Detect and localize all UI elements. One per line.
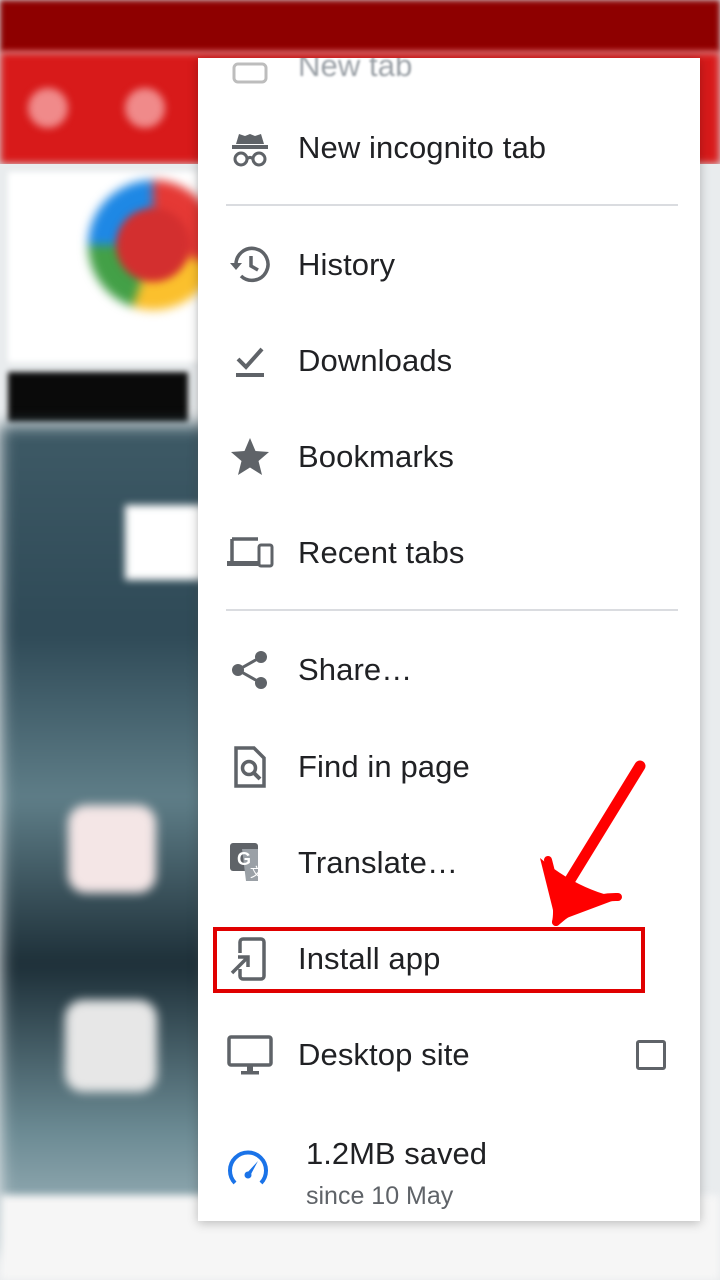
- home-icon: [28, 88, 68, 128]
- menu-item-desktop-site[interactable]: Desktop site: [198, 1007, 700, 1103]
- desktop-site-checkbox[interactable]: [636, 1040, 666, 1070]
- menu-item-label: New incognito tab: [298, 130, 547, 165]
- menu-item-label: New tab: [298, 58, 413, 83]
- menu-item-label: Downloads: [298, 343, 453, 378]
- translate-icon: G 文: [226, 839, 274, 887]
- overflow-menu: New tab New incognito tab History Downlo…: [198, 58, 700, 1221]
- share-icon: [226, 646, 274, 694]
- menu-item-recent-tabs[interactable]: Recent tabs: [198, 505, 700, 601]
- toolbar-icon: [125, 88, 165, 128]
- site-logo-center: [116, 208, 190, 282]
- menu-item-share[interactable]: Share…: [198, 622, 700, 718]
- data-saver-title: 1.2MB saved: [306, 1136, 487, 1171]
- menu-divider: [226, 609, 678, 611]
- svg-text:G: G: [237, 849, 251, 869]
- menu-item-label: Recent tabs: [298, 535, 465, 570]
- menu-item-label: Translate…: [298, 845, 459, 880]
- speedometer-icon: [226, 1148, 274, 1196]
- data-saver-subtitle: since 10 May: [306, 1182, 454, 1210]
- menu-item-history[interactable]: History: [198, 217, 700, 313]
- history-icon: [226, 241, 274, 289]
- star-icon: [226, 433, 274, 481]
- app-tile: [68, 805, 156, 893]
- menu-item-translate[interactable]: G 文 Translate…: [198, 815, 700, 911]
- menu-divider: [226, 204, 678, 206]
- devices-icon: [226, 529, 274, 577]
- menu-item-label: Bookmarks: [298, 439, 454, 474]
- app-tile: [65, 1000, 157, 1092]
- page-image-overlay: [125, 505, 205, 580]
- download-icon: [226, 337, 274, 385]
- menu-item-bookmarks[interactable]: Bookmarks: [198, 409, 700, 505]
- menu-item-label: History: [298, 247, 396, 282]
- menu-item-find-in-page[interactable]: Find in page: [198, 719, 700, 815]
- install-app-highlight: [213, 927, 645, 993]
- page-banner: [8, 372, 188, 422]
- svg-text:文: 文: [250, 865, 263, 880]
- menu-item-label: Share…: [298, 652, 413, 687]
- monitor-icon: [226, 1031, 274, 1079]
- menu-item-downloads[interactable]: Downloads: [198, 313, 700, 409]
- menu-item-new-incognito-tab[interactable]: New incognito tab: [198, 100, 700, 196]
- find-in-page-icon: [226, 743, 274, 791]
- new-tab-icon: [226, 58, 274, 106]
- menu-item-label: Desktop site: [298, 1037, 470, 1072]
- menu-item-label: Find in page: [298, 749, 470, 784]
- incognito-icon: [226, 124, 274, 172]
- status-bar: [0, 0, 720, 52]
